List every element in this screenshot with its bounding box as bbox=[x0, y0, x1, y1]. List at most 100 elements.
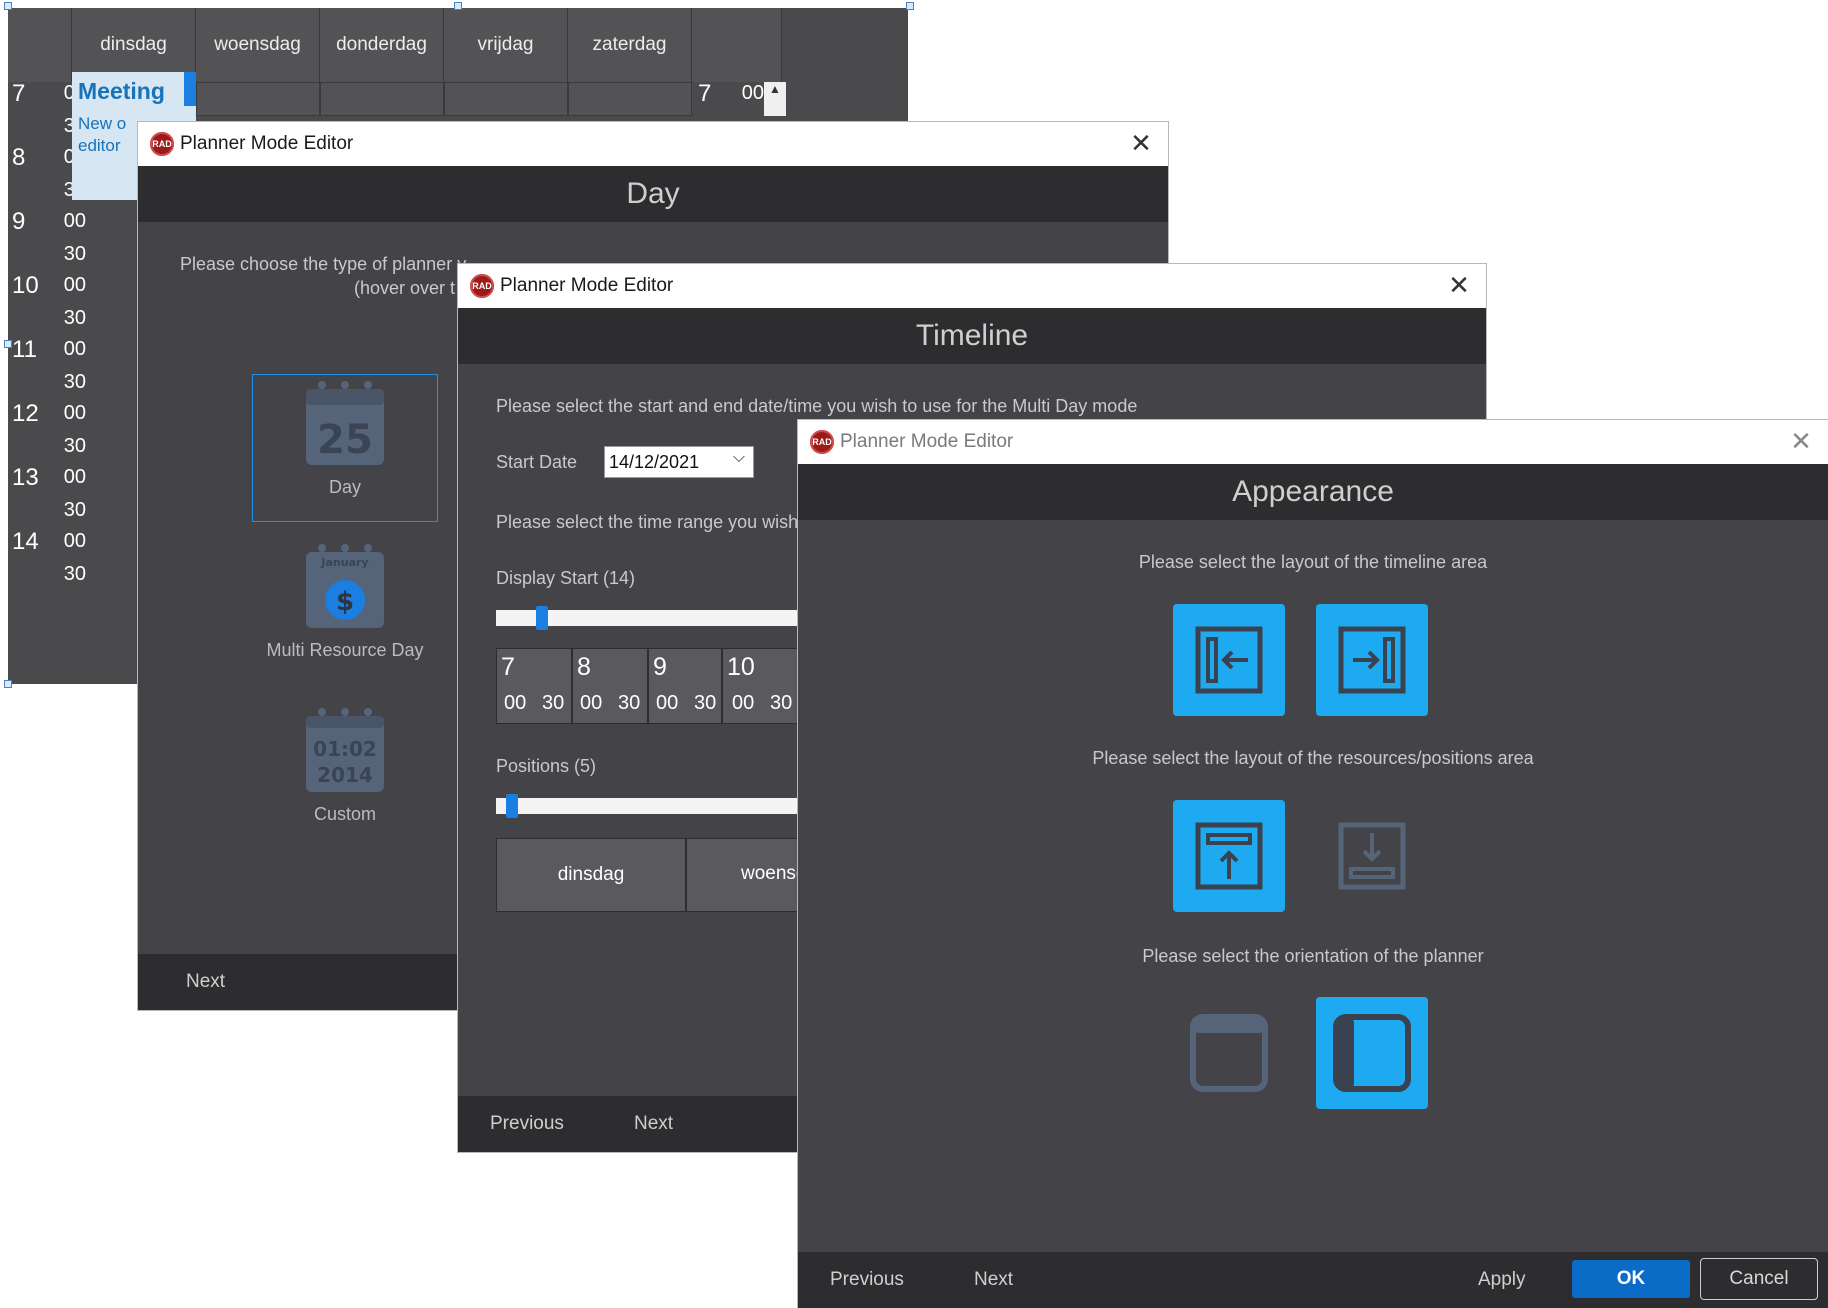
display-start-label: Display Start (14) bbox=[496, 568, 636, 588]
align-left-icon bbox=[1195, 626, 1263, 694]
align-bottom-icon bbox=[1338, 822, 1406, 890]
resize-handle[interactable] bbox=[4, 340, 12, 348]
app-logo-icon: RAD bbox=[470, 274, 494, 298]
scrollbar[interactable]: ▲ bbox=[764, 82, 786, 116]
app-logo-icon: RAD bbox=[810, 430, 834, 454]
minute-label: 00 bbox=[63, 466, 86, 488]
preview-minutes: 00 30 00 30 00 30 00 30 bbox=[504, 692, 793, 714]
resize-handle[interactable] bbox=[454, 2, 462, 10]
resources-bottom-button[interactable] bbox=[1316, 800, 1428, 912]
previous-button[interactable]: Previous bbox=[830, 1252, 904, 1308]
cancel-button[interactable]: Cancel bbox=[1700, 1258, 1818, 1300]
day-header-dinsdag[interactable]: dinsdag bbox=[72, 8, 196, 82]
orientation-vertical-button[interactable] bbox=[1316, 997, 1428, 1109]
hour-label: 10 bbox=[12, 272, 39, 299]
close-icon[interactable]: ✕ bbox=[1788, 428, 1814, 454]
slider-thumb[interactable] bbox=[536, 606, 548, 630]
minute-label: 00 bbox=[63, 530, 86, 552]
start-date-label: Start Date bbox=[496, 452, 578, 472]
titlebar[interactable]: RAD Planner Mode Editor ✕ bbox=[798, 420, 1828, 465]
mode-label: Custom bbox=[313, 804, 376, 824]
preview-day: woensd bbox=[686, 838, 816, 912]
display-start-slider[interactable] bbox=[496, 606, 816, 630]
svg-text:25: 25 bbox=[317, 417, 373, 463]
day-header-donderdag[interactable]: donderdag bbox=[320, 8, 444, 82]
time-slot[interactable] bbox=[320, 82, 444, 116]
appointment-body: editor bbox=[78, 136, 121, 155]
preview-day: dinsdag bbox=[496, 838, 686, 912]
appearance-dialog: RAD Planner Mode Editor ✕ Appearance Ple… bbox=[798, 420, 1828, 1308]
window-title: Planner Mode Editor bbox=[840, 431, 1014, 452]
resources-layout-text: Please select the layout of the resource… bbox=[1092, 748, 1534, 768]
time-slot[interactable] bbox=[568, 82, 692, 116]
calendar-month-text: January bbox=[320, 556, 368, 569]
close-icon[interactable]: ✕ bbox=[1446, 272, 1472, 298]
resources-top-button[interactable] bbox=[1173, 800, 1285, 912]
timeline-right-button[interactable] bbox=[1316, 604, 1428, 716]
previous-button[interactable]: Previous bbox=[490, 1096, 564, 1152]
resize-handle[interactable] bbox=[906, 2, 914, 10]
minute-label: 00 bbox=[63, 402, 86, 424]
titlebar[interactable]: RAD Planner Mode Editor ✕ bbox=[138, 122, 1168, 167]
mode-label: Day bbox=[328, 477, 361, 497]
orientation-text: Please select the orientation of the pla… bbox=[1142, 946, 1484, 966]
dialog-footer: Previous Next Apply OK Cancel bbox=[798, 1252, 1828, 1308]
day-header-woensdag[interactable]: woensdag bbox=[196, 8, 320, 82]
instruction-text: (hover over t bbox=[354, 278, 456, 298]
time-range-text: Please select the time range you wish bbox=[496, 512, 799, 532]
step-header: Appearance bbox=[798, 464, 1828, 520]
scroll-up-icon[interactable]: ▲ bbox=[764, 82, 786, 96]
planner-corner-header bbox=[8, 8, 72, 82]
appointment-title: Meeting bbox=[78, 78, 165, 104]
minute-label: 00 bbox=[63, 274, 86, 296]
window-title: Planner Mode Editor bbox=[180, 133, 354, 154]
slider-thumb[interactable] bbox=[506, 794, 518, 818]
minute-label: 00 bbox=[63, 210, 86, 232]
start-date-picker[interactable]: 14/12/2021 ⌵ bbox=[604, 446, 754, 478]
mode-multi-resource-day[interactable]: January $ Multi Resource Day bbox=[252, 538, 438, 686]
mode-custom[interactable]: 01:02 2014 Custom bbox=[252, 702, 438, 850]
instruction-text: Please select the start and end date/tim… bbox=[496, 396, 1138, 416]
vertical-orientation-icon bbox=[1333, 1014, 1411, 1092]
align-top-icon bbox=[1195, 822, 1263, 890]
orientation-horizontal-button[interactable] bbox=[1173, 997, 1285, 1109]
resize-handle[interactable] bbox=[4, 2, 12, 10]
resize-handle[interactable] bbox=[4, 680, 12, 688]
appointment-status-bar bbox=[184, 72, 196, 106]
time-slot[interactable] bbox=[196, 82, 320, 116]
timeline-left-button[interactable] bbox=[1173, 604, 1285, 716]
next-button[interactable]: Next bbox=[974, 1252, 1013, 1308]
hour-label: 12 bbox=[12, 400, 39, 427]
clock-text: 01:02 bbox=[313, 737, 377, 761]
mode-day[interactable]: 25 Day bbox=[252, 374, 438, 522]
hour-label: 8 bbox=[12, 144, 26, 171]
positions-label: Positions (5) bbox=[496, 756, 597, 776]
day-header-vrijdag[interactable]: vrijdag bbox=[444, 8, 568, 82]
ok-button[interactable]: OK bbox=[1572, 1260, 1690, 1298]
next-button[interactable]: Next bbox=[634, 1096, 673, 1152]
calendar-25-icon: 25 bbox=[306, 381, 384, 465]
step-header: Timeline bbox=[458, 308, 1486, 364]
minute-label: 30 bbox=[63, 499, 86, 521]
time-slot[interactable] bbox=[444, 82, 568, 116]
titlebar[interactable]: RAD Planner Mode Editor ✕ bbox=[458, 264, 1486, 309]
hour-label: 14 bbox=[12, 528, 39, 555]
apply-button[interactable]: Apply bbox=[1478, 1252, 1526, 1308]
mode-label: Multi Resource Day bbox=[266, 640, 424, 660]
positions-slider[interactable] bbox=[496, 794, 816, 818]
right-corner-header bbox=[692, 8, 782, 82]
minute-label: 30 bbox=[63, 243, 86, 265]
calendar-clock-icon: 01:02 2014 bbox=[306, 708, 384, 792]
minute-label: 30 bbox=[63, 307, 86, 329]
next-button[interactable]: Next bbox=[186, 954, 225, 1010]
close-icon[interactable]: ✕ bbox=[1128, 130, 1154, 156]
minute-label: 30 bbox=[63, 371, 86, 393]
app-logo-icon: RAD bbox=[150, 132, 174, 156]
day-header-zaterdag[interactable]: zaterdag bbox=[568, 8, 692, 82]
chevron-down-icon[interactable]: ⌵ bbox=[733, 449, 745, 467]
step-header: Day bbox=[138, 166, 1168, 222]
timeline-layout-text: Please select the layout of the timeline… bbox=[1138, 552, 1488, 572]
appointment-body: New o bbox=[78, 114, 127, 133]
minute-label: 30 bbox=[63, 435, 86, 457]
svg-text:$: $ bbox=[336, 587, 354, 617]
